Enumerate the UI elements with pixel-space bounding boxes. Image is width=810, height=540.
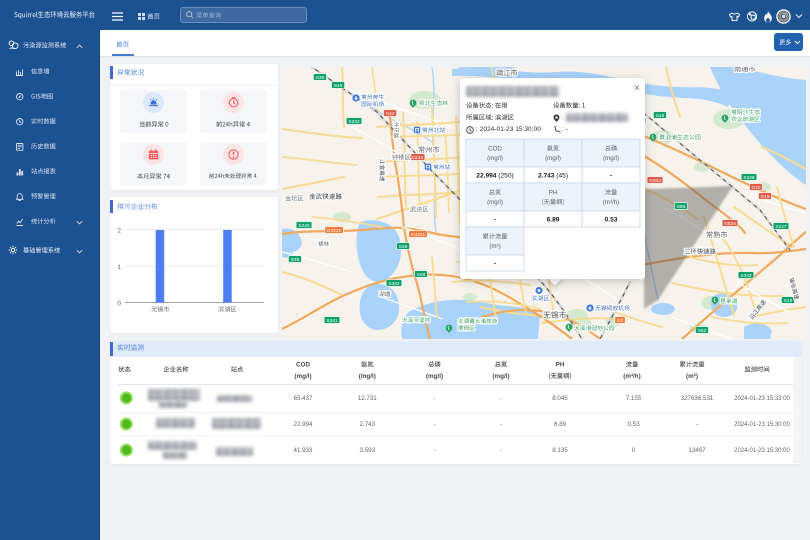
svg-text:0.53: 0.53 — [627, 421, 640, 428]
svg-text:2024-01-23 15:30:00: 2024-01-23 15:30:00 — [734, 422, 790, 428]
svg-text:8.045: 8.045 — [552, 395, 568, 402]
svg-text:G204: G204 — [649, 178, 661, 184]
svg-text:S85: S85 — [677, 204, 686, 210]
svg-text:S227: S227 — [775, 224, 787, 230]
svg-text:(m³): (m³) — [686, 373, 698, 380]
svg-text:7.155: 7.155 — [626, 395, 642, 402]
svg-text:S343: S343 — [740, 273, 752, 279]
svg-text:41.933: 41.933 — [294, 447, 313, 454]
svg-text:(m³): (m³) — [489, 243, 500, 250]
svg-text:8.135: 8.135 — [552, 447, 568, 454]
svg-text:G15: G15 — [760, 194, 769, 200]
svg-text:2.743: 2.743 — [360, 421, 376, 428]
svg-text:G4221: G4221 — [327, 228, 342, 234]
svg-text:(m³/h): (m³/h) — [603, 199, 620, 206]
svg-text:G4221: G4221 — [411, 232, 426, 238]
svg-text:-: - — [696, 421, 698, 428]
svg-text:S226: S226 — [743, 175, 755, 181]
svg-text:(mg/l): (mg/l) — [487, 155, 503, 162]
svg-text:12.731: 12.731 — [358, 395, 377, 402]
svg-text:(mg/l): (mg/l) — [492, 373, 509, 380]
svg-text:S341: S341 — [326, 318, 338, 324]
svg-text:PH: PH — [556, 362, 565, 369]
svg-text:0.53: 0.53 — [605, 217, 618, 224]
svg-text:G40: G40 — [751, 185, 760, 191]
svg-text:S39: S39 — [291, 257, 300, 263]
svg-text:2024-01-23 15:33:00: 2024-01-23 15:33:00 — [734, 396, 790, 402]
svg-text:-: - — [433, 421, 435, 428]
svg-text:(mg/l): (mg/l) — [426, 373, 443, 380]
svg-text:-: - — [610, 173, 612, 180]
svg-text:(mg/l): (mg/l) — [294, 373, 311, 380]
svg-text:2024-01-23 15:30:00: 2024-01-23 15:30:00 — [734, 448, 790, 454]
svg-text:6.89: 6.89 — [547, 217, 560, 224]
svg-text:327636.531: 327636.531 — [681, 395, 714, 402]
svg-text:S52: S52 — [698, 328, 707, 334]
svg-text:COD: COD — [488, 146, 502, 153]
svg-text:2: 2 — [117, 228, 121, 235]
svg-text:(m³/h): (m³/h) — [623, 373, 641, 380]
svg-text:(mg/l): (mg/l) — [603, 155, 619, 162]
svg-text:S48: S48 — [334, 83, 343, 89]
svg-text:G42: G42 — [385, 111, 394, 117]
svg-text:-: - — [433, 447, 435, 454]
svg-text:-: - — [500, 395, 502, 402]
svg-text:(mg/l): (mg/l) — [487, 199, 503, 206]
svg-text:S19: S19 — [784, 298, 793, 304]
svg-text:G524: G524 — [724, 221, 736, 227]
svg-text:(mg/l): (mg/l) — [359, 373, 376, 380]
svg-text:65.437: 65.437 — [294, 395, 313, 402]
svg-text:0: 0 — [117, 301, 121, 308]
svg-text:PH: PH — [549, 190, 558, 197]
svg-text:22.994: 22.994 — [294, 421, 313, 428]
svg-text:S39: S39 — [316, 75, 325, 81]
svg-text:3.593: 3.593 — [360, 447, 376, 454]
svg-text:2.743 (45): 2.743 (45) — [538, 173, 568, 180]
svg-text:COD: COD — [296, 362, 310, 369]
svg-text:13467: 13467 — [688, 447, 706, 454]
svg-text:6.89: 6.89 — [554, 421, 567, 428]
svg-text:-: - — [494, 261, 496, 268]
svg-text:S232: S232 — [348, 119, 360, 125]
svg-text:-: - — [494, 217, 496, 224]
svg-text:22.994 (250): 22.994 (250) — [476, 173, 513, 180]
svg-text:-: - — [500, 447, 502, 454]
svg-text:S342: S342 — [388, 281, 400, 287]
svg-text:(mg/l): (mg/l) — [545, 155, 561, 162]
svg-text:-: - — [433, 395, 435, 402]
svg-text:S240: S240 — [298, 223, 310, 229]
svg-text:G233: G233 — [411, 155, 423, 161]
svg-text:0: 0 — [632, 447, 636, 454]
svg-text:G2: G2 — [617, 318, 624, 324]
svg-text:-: - — [500, 421, 502, 428]
svg-text:S19: S19 — [656, 113, 665, 119]
svg-text:S38: S38 — [399, 244, 408, 250]
svg-text:S28: S28 — [417, 272, 426, 278]
svg-text:1: 1 — [117, 264, 121, 271]
